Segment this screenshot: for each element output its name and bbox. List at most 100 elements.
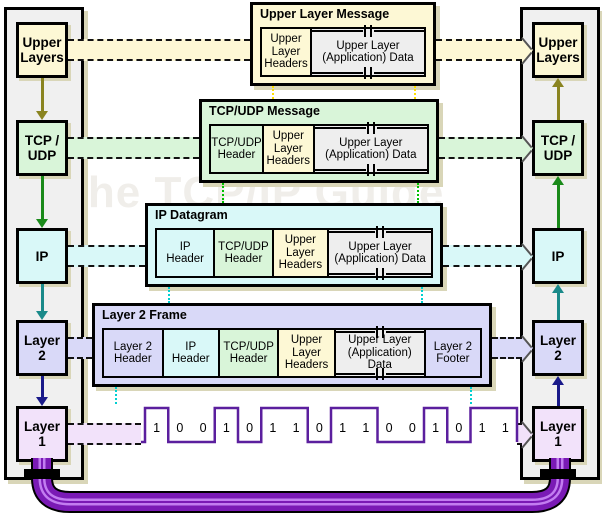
bitstream-digits: 1 0 0 1 0 1 1 0 1 1 0 0 1 0 1 1 (145, 417, 517, 439)
left-arrow-head-3 (36, 397, 48, 406)
right-layer-box-tcpudp: TCP / UDP (532, 120, 584, 176)
bit-digit: 0 (199, 421, 207, 435)
break-line (335, 373, 375, 375)
connector-band-left (68, 423, 141, 445)
field-label: Headers (266, 155, 310, 168)
connector-band-right (492, 337, 522, 359)
cable-jack-left (24, 469, 60, 479)
break-line (376, 169, 429, 171)
field-label: Footer (436, 353, 470, 365)
right-layer-box-l2: Layer 2 (532, 320, 584, 376)
connector-band-left (68, 137, 199, 159)
bit-digit: 0 (176, 421, 184, 435)
bit-digit: 1 (339, 421, 347, 435)
pdu-field: IP Header (163, 330, 220, 376)
bit-digit: 1 (501, 421, 509, 435)
break-mark (375, 268, 386, 280)
break-line (373, 30, 426, 32)
pdu-title-upper-layer-message: Upper Layer Message (260, 7, 390, 21)
layer-label: 1 (554, 434, 562, 449)
connector-band-left (68, 245, 145, 267)
layer-label: Upper (538, 35, 578, 50)
right-arrow-3 (556, 385, 560, 406)
field-label: Upper Layer (336, 39, 400, 52)
left-layer-box-l2: Layer 2 (16, 320, 68, 376)
field-label: Headers (264, 58, 308, 71)
right-arrow-1 (556, 185, 560, 228)
bit-digit: 1 (292, 421, 300, 435)
bit-digit: 1 (478, 421, 486, 435)
bit-digit: 1 (432, 421, 440, 435)
field-label: Header (224, 253, 263, 265)
field-label: Header (229, 353, 268, 365)
layer-label: UDP (27, 148, 57, 163)
left-arrow-head-2 (36, 311, 48, 320)
connector-band-left (68, 337, 92, 359)
connector-band-right (439, 137, 522, 159)
break-line (310, 30, 363, 32)
left-layer-box-tcpudp: TCP / UDP (16, 120, 68, 176)
field-label: Layer (285, 246, 315, 259)
field-label: Header (217, 149, 256, 161)
connector-band-right (443, 245, 522, 267)
layer-label: IP (551, 248, 565, 264)
cable-jack-right (540, 469, 576, 479)
field-label: Header (171, 353, 210, 365)
layer-label: Layer (539, 419, 577, 434)
field-label: Layer (271, 45, 301, 58)
field-label: Upper (284, 234, 317, 247)
right-arrow-2 (556, 293, 560, 320)
guide-line (421, 287, 423, 303)
encapsulation-diagram: The TCP/IP Guide Upper Layers TCP / UDP IP La… (0, 0, 602, 513)
field-label: Upper Layer (348, 240, 412, 253)
layer-label: 1 (38, 434, 46, 449)
guide-line (222, 183, 224, 203)
break-mark (375, 326, 386, 338)
break-line (313, 127, 366, 129)
break-mark (363, 67, 374, 79)
break-line (385, 331, 426, 333)
left-arrow-2 (40, 284, 44, 311)
layer-label: Layer (23, 333, 61, 348)
layer-label: Layer (539, 333, 577, 348)
pdu-title-tcp-udp-message: TCP/UDP Message (209, 104, 320, 118)
break-mark (363, 25, 374, 37)
field-label: Layer 2 (433, 340, 473, 353)
field-label: Header (166, 253, 204, 265)
bit-digit: 1 (153, 421, 161, 435)
bit-digit: 0 (408, 421, 416, 435)
right-arrow-head-3 (552, 376, 564, 385)
break-line (386, 231, 433, 233)
pdu-title-ip-datagram: IP Datagram (155, 208, 228, 222)
pdu-field: TCP/UDP Header (215, 230, 274, 276)
pdu-field: TCP/UDP Header (219, 330, 280, 376)
break-line (310, 72, 363, 74)
pdu-fields-layer-2-frame: Layer 2 Header IP Header TCP/UDP Header Upper L… (102, 328, 482, 378)
break-mark (366, 164, 377, 176)
field-label: Layer (292, 346, 321, 359)
field-label: Upper (270, 33, 302, 46)
field-label: IP (185, 340, 197, 353)
field-label: TCP/UDP (211, 136, 262, 149)
left-layer-box-ip: IP (16, 228, 68, 284)
layer-label: TCP / (540, 133, 576, 148)
pdu-fields-ip-datagram: IP Header TCP/UDP Header Upper Layer Headers Up… (155, 228, 433, 278)
layer-label: UDP (543, 148, 573, 163)
left-arrow-head-0 (36, 111, 48, 120)
pdu-field: Layer 2 Header (104, 330, 164, 376)
field-label: Layer 2 (113, 340, 152, 353)
pdu-field: Upper Layer Headers (262, 29, 312, 75)
field-label: IP (179, 240, 191, 253)
pdu-fields-tcp-udp-message: TCP/UDP Header Upper Layer Headers Upper Laye… (209, 124, 429, 174)
left-arrow-head-1 (36, 219, 48, 228)
connector-band-left (68, 39, 250, 61)
field-label: Layer (273, 142, 303, 155)
guide-line (414, 86, 416, 99)
guide-line (417, 183, 419, 203)
field-label: Upper (272, 130, 304, 143)
connector-band-right (436, 39, 522, 61)
right-arrow-head-2 (552, 284, 564, 293)
layer-label: Layers (536, 50, 580, 65)
right-layer-box-upper: Upper Layers (532, 22, 584, 78)
field-label: Headers (278, 259, 323, 272)
